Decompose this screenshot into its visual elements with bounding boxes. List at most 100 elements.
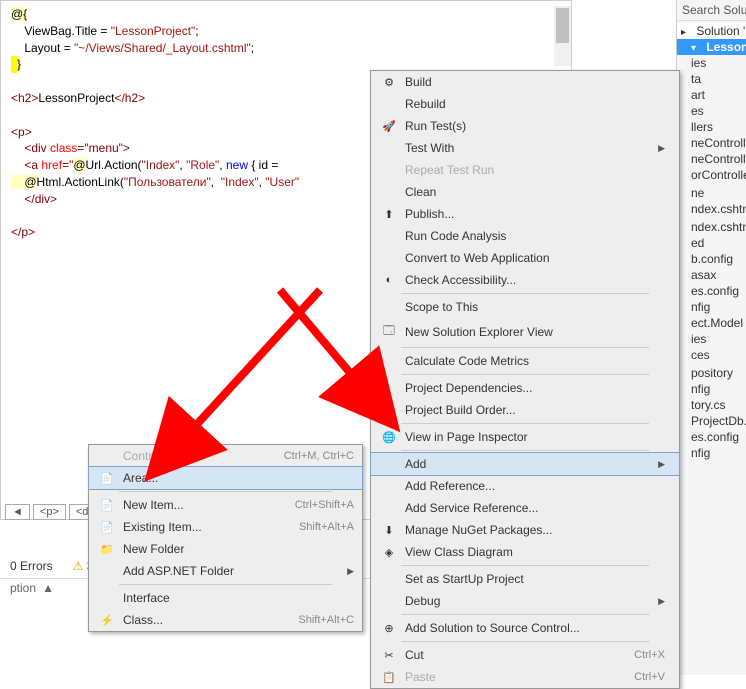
tree-item[interactable]: ies xyxy=(677,55,746,71)
submenu-item-class[interactable]: ⚡Class...Shift+Alt+C xyxy=(89,609,362,631)
menu-icon: 🚀 xyxy=(379,120,399,133)
menu-label: Build xyxy=(405,75,671,89)
ctx-item-runtests[interactable]: 🚀 Run Test(s) xyxy=(371,115,679,137)
tree-item[interactable]: orController xyxy=(677,167,746,183)
ctx-item-debug[interactable]: Debug▶ xyxy=(371,590,679,612)
tree-item[interactable]: es.config xyxy=(677,283,746,299)
tree-item[interactable]: nfig xyxy=(677,381,746,397)
error-count[interactable]: 0 Errors xyxy=(10,559,53,573)
ctx-item-viewinpageinspector[interactable]: 🌐View in Page Inspector xyxy=(371,426,679,448)
tree-item[interactable]: ndex.cshtml xyxy=(677,201,746,217)
menu-icon: ✂ xyxy=(379,649,399,662)
tree-item[interactable]: art xyxy=(677,87,746,103)
menu-icon: ◐ xyxy=(379,274,399,286)
menu-label: Check Accessibility... xyxy=(405,273,671,287)
menu-label: Add ASP.NET Folder xyxy=(123,564,347,578)
project-context-menu: ⚙ Build Rebuild 🚀 Run Test(s) Test With▶ Repea… xyxy=(370,70,680,689)
tree-item[interactable]: es xyxy=(677,103,746,119)
editor-scrollbar[interactable] xyxy=(554,6,571,66)
tree-item[interactable]: ces xyxy=(677,347,746,363)
solution-search[interactable]: Search Solution Explorer (Ctrl+ xyxy=(677,0,746,21)
menu-label: Run Test(s) xyxy=(405,119,671,133)
menu-icon: ⚙ xyxy=(379,76,399,89)
submenu-item-existingitem[interactable]: 📄Existing Item...Shift+Alt+A xyxy=(89,516,362,538)
tree-item[interactable]: ta xyxy=(677,71,746,87)
nav-left[interactable]: ◄ xyxy=(5,504,30,520)
collapse-icon[interactable]: ▲ xyxy=(42,581,54,595)
solution-root[interactable]: ▸ Solution 'Lesson4' (2 pro xyxy=(677,23,746,39)
ctx-item-runcodeanalysis[interactable]: Run Code Analysis xyxy=(371,225,679,247)
submenu-item-newitem[interactable]: 📄New Item...Ctrl+Shift+A xyxy=(89,494,362,516)
submenu-item-interface[interactable]: Interface xyxy=(89,587,362,609)
menu-icon: 📄 xyxy=(97,499,117,512)
tree-item[interactable]: b.config xyxy=(677,251,746,267)
ctx-item-publish[interactable]: ⬆ Publish... xyxy=(371,203,679,225)
ctx-item-cut[interactable]: ✂CutCtrl+X xyxy=(371,644,679,666)
ctx-item-projectdependencies[interactable]: Project Dependencies... xyxy=(371,377,679,399)
scroll-thumb[interactable] xyxy=(556,8,569,43)
tree-item[interactable]: ies xyxy=(677,331,746,347)
menu-label: Add xyxy=(405,457,658,471)
project-node[interactable]: ▾ LessonProject xyxy=(677,39,746,55)
tree-item[interactable]: ndex.cshtml xyxy=(677,219,746,235)
submenu-item-area[interactable]: 📄Area... xyxy=(89,467,362,489)
menu-label: Add Solution to Source Control... xyxy=(405,621,671,635)
tree-item[interactable]: llers xyxy=(677,119,746,135)
menu-icon: ◈ xyxy=(379,546,399,559)
menu-label: Project Build Order... xyxy=(405,403,671,417)
menu-label: New Solution Explorer View xyxy=(405,325,671,339)
ctx-item-scopetothis[interactable]: Scope to This xyxy=(371,296,679,318)
ctx-item-addservicereference[interactable]: Add Service Reference... xyxy=(371,497,679,519)
ctx-item-calculatecodemetrics[interactable]: Calculate Code Metrics xyxy=(371,350,679,372)
ctx-item-testwith[interactable]: Test With▶ xyxy=(371,137,679,159)
menu-label: Controller... xyxy=(123,449,284,463)
ctx-item-viewclassdiagram[interactable]: ◈View Class Diagram xyxy=(371,541,679,563)
ctx-item-setasstartupproject[interactable]: Set as StartUp Project xyxy=(371,568,679,590)
solution-icon: ▸ xyxy=(681,27,693,38)
tree-item[interactable]: ect.Model xyxy=(677,315,746,331)
tree-item[interactable]: nfig xyxy=(677,299,746,315)
breadcrumb-p[interactable]: <p> xyxy=(33,504,66,520)
tree-item[interactable]: nfig xyxy=(677,445,746,461)
tree-item[interactable]: es.config xyxy=(677,429,746,445)
menu-shortcut: Ctrl+V xyxy=(634,671,671,683)
tree-item[interactable]: neController xyxy=(677,135,746,151)
ctx-item-clean[interactable]: Clean xyxy=(371,181,679,203)
ctx-item-addsolutiontosourcecontrol[interactable]: ⊕Add Solution to Source Control... xyxy=(371,617,679,639)
menu-label: Add Reference... xyxy=(405,479,671,493)
tree-item[interactable]: asax xyxy=(677,267,746,283)
menu-label: Repeat Test Run xyxy=(405,163,671,177)
menu-label: Publish... xyxy=(405,207,671,221)
menu-label: Project Dependencies... xyxy=(405,381,671,395)
menu-shortcut: Ctrl+Shift+A xyxy=(295,499,354,511)
warning-icon: ⚠ xyxy=(73,559,84,573)
tree-item[interactable]: ProjectDb.cs xyxy=(677,413,746,429)
tree-item[interactable]: ed xyxy=(677,235,746,251)
menu-label: Convert to Web Application xyxy=(405,251,671,265)
submenu-arrow-icon: ▶ xyxy=(658,143,671,154)
tree-item[interactable]: neController xyxy=(677,151,746,167)
menu-label: Paste xyxy=(405,670,634,684)
ctx-item-projectbuildorder[interactable]: Project Build Order... xyxy=(371,399,679,421)
ctx-item-build[interactable]: ⚙ Build xyxy=(371,71,679,93)
tree-item[interactable]: pository xyxy=(677,365,746,381)
menu-shortcut: Ctrl+M, Ctrl+C xyxy=(284,450,354,462)
ctx-item-checkaccessibility[interactable]: ◐ Check Accessibility... xyxy=(371,269,679,291)
ctx-item-converttowebapplication[interactable]: Convert to Web Application xyxy=(371,247,679,269)
ctx-item-add[interactable]: Add▶ xyxy=(371,453,679,475)
solution-tree[interactable]: ▸ Solution 'Lesson4' (2 pro▾ LessonProje… xyxy=(677,21,746,463)
menu-icon: 📄 xyxy=(97,521,117,534)
menu-icon: 📁 xyxy=(97,543,117,556)
submenu-item-addaspnetfolder[interactable]: Add ASP.NET Folder▶ xyxy=(89,560,362,582)
submenu-item-newfolder[interactable]: 📁New Folder xyxy=(89,538,362,560)
ctx-item-managenugetpackages[interactable]: ⬇Manage NuGet Packages... xyxy=(371,519,679,541)
ctx-item-rebuild[interactable]: Rebuild xyxy=(371,93,679,115)
menu-icon: ⬆ xyxy=(379,208,399,221)
tree-item[interactable]: ne xyxy=(677,185,746,201)
solution-explorer[interactable]: Search Solution Explorer (Ctrl+ ▸ Soluti… xyxy=(676,0,746,675)
menu-label: Existing Item... xyxy=(123,520,299,534)
ctx-item-addreference[interactable]: Add Reference... xyxy=(371,475,679,497)
menu-shortcut: Shift+Alt+C xyxy=(298,614,354,626)
ctx-item-newsolutionexplorerview[interactable]: 🗔New Solution Explorer View xyxy=(371,318,679,345)
tree-item[interactable]: tory.cs xyxy=(677,397,746,413)
